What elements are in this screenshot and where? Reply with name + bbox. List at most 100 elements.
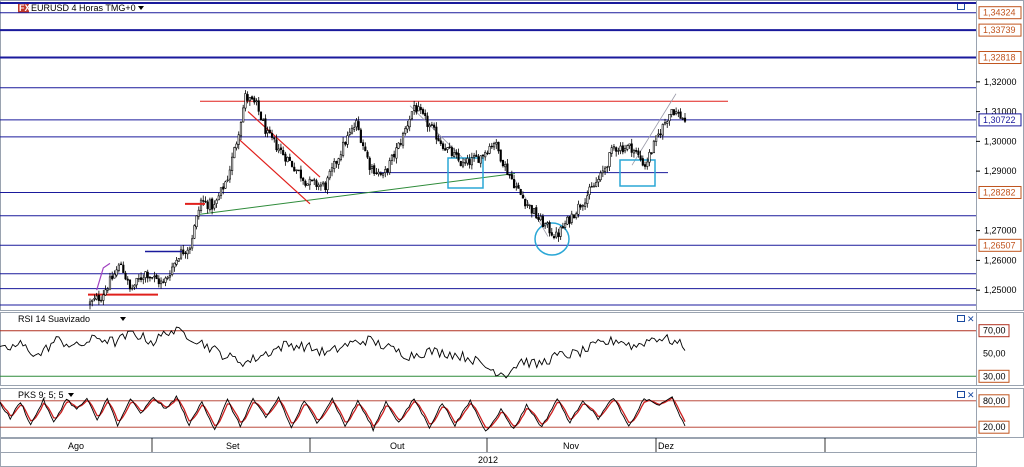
candle-body [648,151,651,163]
candle-body [526,204,529,206]
candle-body [213,204,216,209]
candle-body [279,147,283,150]
candle-body [397,142,400,149]
candle-body [524,198,527,207]
candle-body [646,161,649,167]
candle-body [435,126,438,140]
candle-body [126,278,129,281]
candle-body [377,171,380,175]
chart-svg: FX EURUSD 4 Horas TMG+0 RSI 14 Suavizado… [0,0,1024,467]
candle-body [175,260,178,265]
rsi-label[interactable]: RSI 14 Suavizado [18,314,90,324]
candle-body [530,205,533,214]
candle-body [517,185,520,189]
candle-body [297,169,300,172]
candle-body [322,182,325,185]
candle-body [555,231,558,238]
candle-body [162,281,165,283]
candle-body [528,204,531,207]
candle-body [188,247,191,250]
candle-body [641,158,644,166]
candle-body [317,184,320,188]
candle-body [290,160,294,167]
candle-body [217,195,220,201]
candle-body [315,180,318,187]
candle-body [413,105,416,111]
candle-body [592,185,596,188]
candle-body [661,124,664,136]
candle-body [597,179,600,183]
candle-body [270,133,274,138]
candle-body [368,157,371,170]
candle-body [477,156,480,163]
candle-body [379,172,382,175]
candle-body [635,150,638,152]
candle-body [468,159,471,165]
candle-body [244,93,247,109]
candle-body [153,275,156,278]
candle-body [168,275,171,278]
candle-body [623,147,627,152]
pks-label[interactable]: PKS 9; 5; 5 [18,390,64,400]
candle-body [381,173,385,176]
candle-body [410,111,413,120]
candle-body [659,133,662,136]
instrument-label[interactable]: EURUSD 4 Horas TMG+0 [31,3,136,13]
candle-body [617,150,620,152]
candle-body [93,298,96,300]
candle-body [100,299,103,302]
candle-body [441,143,445,149]
candle-body [508,174,511,176]
candle-body [195,215,198,228]
candle-body [604,167,607,172]
candle-body [532,208,536,215]
price-tick-label: 1,27000 [984,226,1017,236]
price-tick-label: 1,30000 [984,136,1017,146]
level-tag-label: 1,33739 [983,25,1016,35]
candle-body [259,111,263,121]
candle-body [541,216,544,228]
main-header[interactable]: FX EURUSD 4 Horas TMG+0 [18,3,144,13]
candle-body [657,133,660,136]
rsi-close-icon[interactable]: ✕ [967,314,975,324]
candle-body [421,109,425,114]
candle-body [550,232,553,236]
candle-body [164,277,167,283]
candle-body [95,295,98,300]
candle-body [539,215,542,221]
candle-body [626,145,629,150]
candle-body [350,127,354,134]
candle-body [535,207,538,219]
candle-body [239,122,243,137]
candle-body [182,249,185,255]
candle-body [499,149,502,162]
candle-body [459,160,462,166]
candle-body [131,287,134,290]
candle-body [475,154,478,157]
candle-body [464,162,467,164]
candle-body [404,128,407,134]
candle-body [353,127,356,130]
candle-body [186,249,189,255]
candle-body [615,147,618,152]
candle-body [339,154,342,161]
candle-body [457,153,460,161]
candle-body [146,271,149,279]
candle-body [608,152,611,167]
candle-body [137,278,140,280]
candle-body [348,131,351,135]
candle-body [355,120,358,128]
rsi-tag-label: 30,00 [983,371,1006,381]
candle-body [366,151,369,158]
candle-body [424,112,427,116]
candle-body [262,119,265,121]
candle-body [277,148,280,152]
candle-body [128,279,132,290]
candle-body [579,204,582,208]
pks-close-icon[interactable]: ✕ [967,390,975,400]
candle-body [242,107,245,123]
candle-body [184,252,187,254]
price-tick-label: 1,32000 [984,77,1017,87]
candle-body [610,147,613,154]
candle-body [324,182,327,191]
